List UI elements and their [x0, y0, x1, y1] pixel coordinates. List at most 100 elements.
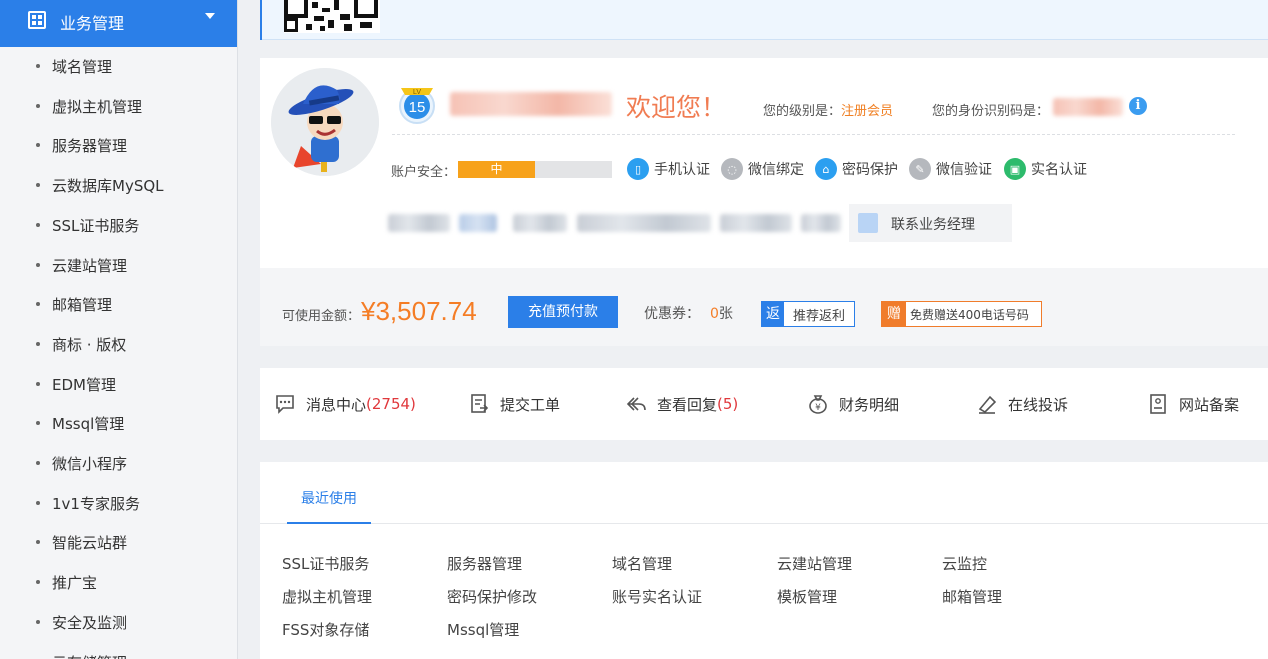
wechat-icon: ◌: [721, 158, 743, 180]
auth-item[interactable]: ⌂ 密码保护: [815, 158, 898, 180]
recent-link[interactable]: 邮箱管理: [942, 586, 1002, 607]
coupon-count[interactable]: 0张: [710, 303, 733, 323]
sidebar-item-label: Mssql管理: [52, 415, 125, 434]
bullet-icon: [36, 64, 40, 68]
level-value: 注册会员: [841, 104, 894, 119]
caret-down-icon: [205, 13, 215, 19]
quick-action[interactable]: 消息中心 (2754): [274, 393, 416, 415]
bullet-icon: [36, 143, 40, 148]
sidebar-item[interactable]: 智能云站群: [0, 527, 237, 557]
quick-action-label: 在线投诉: [1008, 395, 1069, 414]
welcome-text: 欢迎您！: [626, 93, 727, 122]
quick-action[interactable]: 网站备案: [1147, 393, 1239, 415]
auth-item[interactable]: ◌ 微信绑定: [721, 158, 804, 180]
redacted-info-6: [801, 214, 841, 232]
recent-link[interactable]: 账号实名认证: [612, 586, 702, 607]
recent-link[interactable]: 云建站管理: [777, 553, 852, 574]
sidebar-item[interactable]: 域名管理: [0, 51, 237, 81]
tab-active-indicator: [287, 522, 371, 524]
avatar-cartoon-icon: [271, 68, 379, 176]
gift-label: 免费赠送400电话号码: [910, 308, 1029, 322]
quick-action[interactable]: 在线投诉: [976, 393, 1068, 415]
security-label: 账户安全：: [391, 165, 457, 180]
divider: [392, 134, 1235, 135]
contact-manager-button[interactable]: 联系业务经理: [849, 204, 1012, 242]
bullet-icon: [36, 222, 40, 227]
sidebar-item[interactable]: 推广宝: [0, 567, 237, 597]
bullet-icon: [36, 183, 40, 188]
sidebar-item[interactable]: 云建站管理: [0, 250, 237, 280]
id-card-icon: ▣: [1004, 158, 1026, 180]
quick-action-label: 网站备案: [1179, 395, 1240, 414]
sidebar-item[interactable]: 微信小程序: [0, 448, 237, 478]
auth-item-label: 微信绑定: [748, 162, 804, 178]
sidebar-item[interactable]: SSL证书服务: [0, 210, 237, 240]
grid-icon: [28, 11, 46, 29]
svg-text:LV: LV: [413, 89, 421, 96]
tab-divider: [260, 523, 1268, 524]
recent-link[interactable]: 虚拟主机管理: [282, 586, 372, 607]
recent-link[interactable]: Mssql管理: [447, 619, 519, 640]
recent-link[interactable]: 服务器管理: [447, 553, 522, 574]
sidebar-item[interactable]: 1v1专家服务: [0, 488, 237, 518]
auth-item-label: 手机认证: [654, 162, 710, 178]
key-icon: ✎: [909, 158, 931, 180]
free-400-number-button[interactable]: 赠 免费赠送400电话号码: [881, 301, 1042, 327]
sidebar-item[interactable]: EDM管理: [0, 369, 237, 399]
info-icon[interactable]: i: [1129, 97, 1147, 115]
level-info: 您的级别是：注册会员: [763, 104, 894, 119]
sidebar-item[interactable]: 邮箱管理: [0, 289, 237, 319]
auth-item[interactable]: ▯ 手机认证: [627, 158, 710, 180]
recent-link[interactable]: 密码保护修改: [447, 586, 537, 607]
quick-action[interactable]: 提交工单: [468, 393, 560, 415]
referral-rebate-button[interactable]: 返 推荐返利: [761, 301, 855, 327]
sidebar-item-label: 商标 · 版权: [52, 335, 127, 354]
bullet-icon: [36, 103, 40, 108]
sidebar-item-label: 云存储管理: [52, 652, 127, 659]
ticket-icon: [471, 394, 489, 413]
recent-link[interactable]: 云监控: [942, 553, 987, 574]
balance-label: 可使用金额：: [282, 309, 361, 324]
quick-action-label: 提交工单: [500, 395, 561, 414]
sidebar-item[interactable]: 商标 · 版权: [0, 329, 237, 359]
recent-panel: [260, 462, 1268, 659]
sidebar-header-business-management[interactable]: 业务管理: [0, 0, 237, 47]
level-number: 15: [409, 99, 426, 116]
recent-link[interactable]: SSL证书服务: [282, 553, 369, 574]
quick-action[interactable]: ¥ 财务明细: [807, 393, 899, 415]
recent-link[interactable]: FSS对象存储: [282, 619, 369, 640]
quick-action-label: 查看回复: [657, 395, 718, 414]
balance-value: ¥3,507.74: [361, 296, 477, 326]
sidebar-item[interactable]: 安全及监测: [0, 607, 237, 637]
coupon-label: 优惠券：: [644, 306, 700, 322]
sidebar-item-label: 邮箱管理: [52, 296, 113, 315]
sidebar-item[interactable]: 服务器管理: [0, 130, 237, 160]
redacted-info-4: [577, 214, 711, 232]
auth-item-label: 实名认证: [1031, 162, 1087, 178]
sidebar-item-label: 云数据库MySQL: [52, 177, 164, 196]
bullet-icon: [36, 381, 40, 386]
recharge-button[interactable]: 充值预付款: [508, 296, 618, 328]
recent-link[interactable]: 模板管理: [777, 586, 837, 607]
bullet-icon: [36, 580, 40, 585]
security-progress-bar: 中: [458, 161, 612, 178]
phone-icon: ▯: [627, 158, 649, 180]
rebate-tag-icon: 返: [762, 302, 784, 326]
redacted-info-5: [720, 214, 792, 232]
recent-link[interactable]: 域名管理: [612, 553, 672, 574]
auth-item[interactable]: ✎ 微信验证: [909, 158, 992, 180]
level-badge-icon: LV 15: [399, 88, 435, 124]
sidebar-item[interactable]: 虚拟主机管理: [0, 91, 237, 121]
sidebar-item[interactable]: 云数据库MySQL: [0, 170, 237, 200]
redacted-info-2: [459, 214, 497, 232]
id-label: 您的身份识别码是：: [932, 104, 1050, 119]
tab-recent[interactable]: 最近使用: [287, 488, 371, 508]
quick-action[interactable]: 查看回复 (5): [625, 393, 738, 415]
auth-item[interactable]: ▣ 实名认证: [1004, 158, 1087, 180]
sidebar: 业务管理 域名管理虚拟主机管理服务器管理云数据库MySQL SSL证书服务 云建站管…: [0, 0, 238, 659]
avatar[interactable]: [271, 68, 379, 176]
sidebar-item[interactable]: Mssql管理: [0, 408, 237, 438]
sidebar-item-label: 虚拟主机管理: [52, 97, 143, 116]
qr-code-icon: [284, 0, 380, 33]
sidebar-item[interactable]: 云存储管理: [0, 647, 237, 659]
